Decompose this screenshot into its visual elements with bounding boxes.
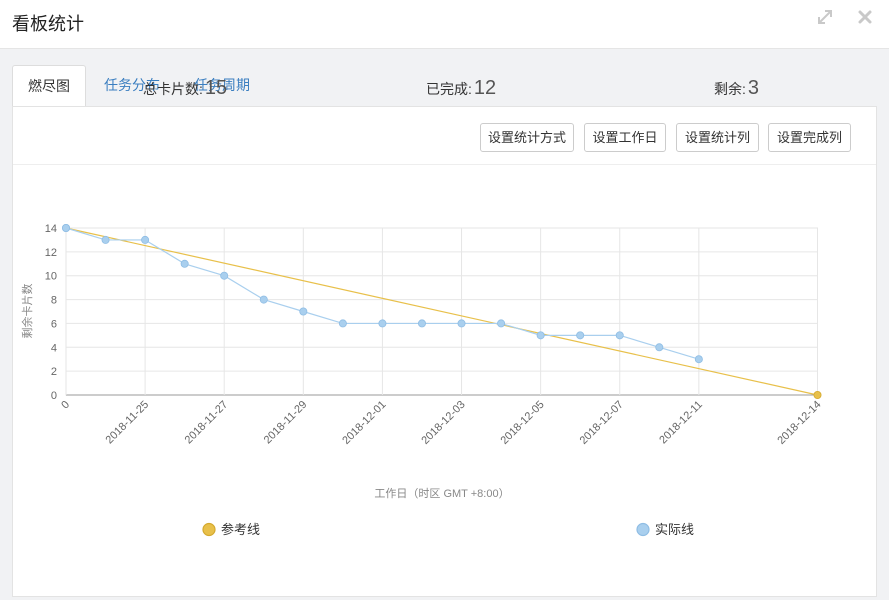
y-tick-label: 4 — [51, 342, 57, 354]
reference-point[interactable] — [62, 223, 71, 232]
actual-point[interactable] — [338, 319, 347, 328]
y-tick-label: 12 — [45, 247, 57, 259]
actual-point[interactable] — [220, 271, 229, 280]
x-tick-label: 2018-12-11 — [657, 399, 705, 447]
legend-reference-label[interactable]: 参考线 — [221, 522, 260, 537]
y-axis-title: 剩余卡片数 — [20, 284, 34, 339]
legend-actual-label[interactable]: 实际线 — [655, 522, 694, 537]
y-tick-label: 6 — [51, 318, 57, 330]
reference-line — [65, 227, 818, 396]
actual-point[interactable] — [378, 319, 387, 328]
actual-point[interactable] — [615, 331, 624, 340]
actual-point[interactable] — [457, 319, 466, 328]
x-tick-label: 2018-12-03 — [419, 399, 467, 447]
actual-point[interactable] — [536, 331, 545, 340]
actual-point[interactable] — [694, 355, 703, 364]
y-tick-label: 2 — [51, 366, 57, 378]
x-tick-label: 2018-12-14 — [775, 399, 823, 447]
y-tick-label: 10 — [45, 271, 57, 283]
x-tick-label: 2018-11-25 — [104, 399, 152, 447]
actual-point[interactable] — [180, 259, 189, 268]
x-tick-label: 2018-12-05 — [498, 399, 546, 447]
reference-point[interactable] — [813, 390, 822, 399]
legend-reference-marker[interactable] — [202, 522, 216, 537]
y-tick-label: 0 — [51, 390, 57, 402]
x-tick-label: 0 — [59, 399, 72, 412]
actual-point[interactable] — [417, 319, 426, 328]
x-axis: 0 2018-11-25 2018-11-27 2018-11-29 2018-12-0… — [59, 399, 823, 447]
x-tick-label: 2018-11-27 — [183, 399, 231, 447]
x-tick-label: 2018-12-01 — [340, 399, 388, 447]
y-tick-label: 8 — [51, 295, 57, 307]
y-axis: 0 2 4 6 8 10 12 14 — [45, 223, 57, 402]
actual-point[interactable] — [259, 295, 268, 304]
legend-actual-marker[interactable] — [636, 522, 650, 537]
actual-point[interactable] — [655, 343, 664, 352]
x-tick-label: 2018-12-07 — [578, 399, 626, 447]
x-axis-title: 工作日（时区 GMT +8:00） — [374, 487, 509, 500]
actual-point[interactable] — [141, 235, 150, 244]
x-tick-label: 2018-11-29 — [262, 399, 310, 447]
actual-point[interactable] — [497, 319, 506, 328]
legend: 参考线 实际线 — [202, 522, 694, 537]
actual-point[interactable] — [576, 331, 585, 340]
chart-series — [62, 223, 822, 399]
y-tick-label: 14 — [45, 223, 57, 235]
burndown-chart: 0 2 4 6 8 10 12 14 0 2018-11-25 2018-11-27 2018-11… — [20, 223, 824, 537]
actual-point[interactable] — [299, 307, 308, 316]
actual-point[interactable] — [101, 235, 110, 244]
